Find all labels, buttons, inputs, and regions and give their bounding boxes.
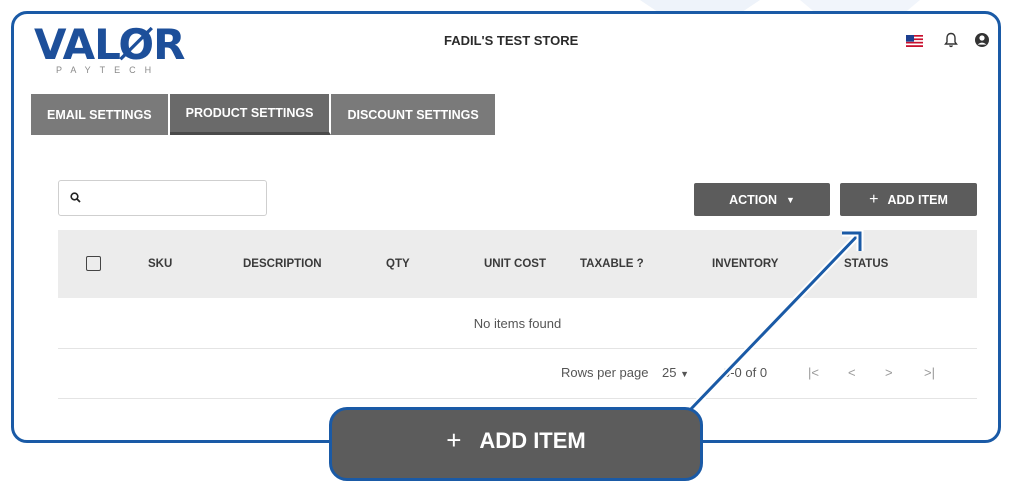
callout-label: ADD ITEM [479, 428, 586, 453]
column-unit-cost[interactable]: UNIT COST [484, 258, 546, 270]
caret-down-icon: ▼ [680, 369, 690, 379]
tab-product-settings[interactable]: PRODUCT SETTINGS [169, 94, 332, 135]
app-window: VALØR PAYTECH FADIL'S TEST STORE EMAIL S… [11, 11, 1001, 443]
pagination-bar: Rows per page 25 ▼ 0-0 of 0 |< < > >| [58, 348, 977, 399]
first-page-icon[interactable]: |< [808, 365, 819, 380]
column-inventory[interactable]: INVENTORY [712, 258, 778, 270]
column-status[interactable]: STATUS [844, 258, 888, 270]
search-input[interactable] [89, 187, 263, 211]
us-flag-icon[interactable] [906, 35, 923, 47]
column-description[interactable]: DESCRIPTION [243, 258, 322, 270]
add-item-button-label: ADD ITEM [887, 192, 948, 207]
column-taxable[interactable]: TAXABLE ? [580, 258, 644, 270]
add-item-button[interactable]: + ADD ITEM [840, 183, 977, 216]
table-header: SKU DESCRIPTION QTY UNIT COST TAXABLE ? … [58, 230, 977, 298]
store-name: FADIL'S TEST STORE [444, 33, 579, 48]
prev-page-icon[interactable]: < [848, 365, 856, 380]
tab-email-settings[interactable]: EMAIL SETTINGS [31, 94, 170, 135]
rows-per-page-label: Rows per page [561, 365, 649, 380]
select-all-checkbox[interactable] [86, 256, 101, 271]
search-icon [70, 192, 81, 203]
add-item-callout: + ADD ITEM [329, 407, 703, 481]
next-page-icon[interactable]: > [885, 365, 893, 380]
empty-message: No items found [473, 316, 562, 331]
settings-tabs: EMAIL SETTINGS PRODUCT SETTINGS DISCOUNT… [31, 94, 497, 135]
last-page-icon[interactable]: >| [924, 365, 935, 380]
user-icon[interactable] [974, 32, 990, 48]
rows-per-page-value: 25 [662, 365, 677, 380]
bell-icon[interactable] [944, 32, 958, 48]
plus-icon: + [869, 190, 879, 208]
action-button[interactable]: ACTION ▼ [694, 183, 830, 216]
logo-wordmark: VALØR [34, 20, 185, 69]
page-range: 0-0 of 0 [723, 365, 768, 380]
search-box [58, 180, 267, 216]
tab-discount-settings[interactable]: DISCOUNT SETTINGS [331, 94, 497, 135]
action-button-label: ACTION [729, 192, 777, 207]
logo-subtitle: PAYTECH [56, 65, 161, 75]
plus-icon: + [446, 425, 462, 455]
caret-down-icon: ▼ [786, 194, 795, 205]
column-sku[interactable]: SKU [148, 258, 172, 270]
rows-per-page-select[interactable]: 25 ▼ [662, 365, 689, 380]
table-empty-row: No items found [58, 298, 977, 349]
valor-logo: VALØR PAYTECH [22, 18, 192, 75]
column-qty[interactable]: QTY [386, 258, 410, 270]
